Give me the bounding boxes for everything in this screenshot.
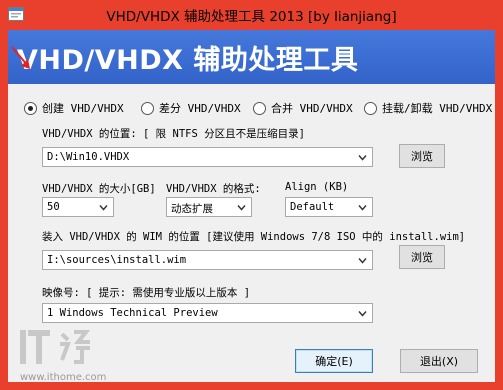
radio-button[interactable] (141, 101, 154, 115)
wim-combo[interactable]: I:\sources\install.wim (42, 250, 373, 270)
location-label: VHD/VHDX 的位置: [ 限 NTFS 分区且不是压缩目录] (42, 128, 305, 140)
chevron-down-icon[interactable] (357, 255, 368, 266)
red-arrow-icon (8, 44, 34, 74)
browse-location-button[interactable]: 浏览 (399, 144, 445, 168)
radio-button[interactable] (364, 101, 377, 115)
wim-label: 装入 VHD/VHDX 的 WIM 的位置 [建议使用 Windows 7/8 … (42, 231, 466, 243)
app-window: VHD/VHDX 辅助处理工具 2013 [by lianjiang] VHD/… (0, 0, 503, 390)
radio-label: 差分 VHD/VHDX (159, 102, 241, 115)
location-value: D:\Win10.VHDX (47, 151, 130, 163)
exit-button[interactable]: 退出(X) (400, 349, 478, 373)
location-combo[interactable]: D:\Win10.VHDX (42, 147, 373, 167)
banner-title: VHD/VHDX 辅助处理工具 (17, 45, 359, 76)
align-combo[interactable]: Default (285, 197, 373, 217)
radio-button[interactable] (253, 101, 266, 115)
radio-label: 合并 VHD/VHDX (271, 102, 353, 115)
image-index-value: 1 Windows Technical Preview (47, 307, 218, 319)
format-combo[interactable]: 动态扩展 (166, 197, 252, 217)
chevron-down-icon[interactable] (357, 308, 368, 319)
chevron-down-icon[interactable] (236, 202, 247, 213)
image-index-label: 映像号: [ 提示: 需使用专业版以上版本 ] (42, 287, 251, 299)
radio-button[interactable] (24, 101, 37, 115)
browse-wim-button[interactable]: 浏览 (399, 245, 445, 269)
format-value: 动态扩展 (171, 203, 213, 215)
wim-value: I:\sources\install.wim (47, 254, 187, 266)
radio-create[interactable]: 创建 VHD/VHDX (24, 100, 124, 116)
banner: VHD/VHDX 辅助处理工具 (8, 30, 495, 84)
radio-label: 创建 VHD/VHDX (42, 102, 124, 115)
chevron-down-icon[interactable] (357, 152, 368, 163)
title-bar[interactable]: VHD/VHDX 辅助处理工具 2013 [by lianjiang] (0, 0, 503, 30)
window-title: VHD/VHDX 辅助处理工具 2013 [by lianjiang] (106, 9, 397, 25)
align-label: Align (KB) (285, 181, 349, 193)
size-value: 50 (47, 201, 60, 213)
format-label: VHD/VHDX 的格式: (166, 183, 261, 195)
radio-merge[interactable]: 合并 VHD/VHDX (253, 100, 353, 116)
chevron-down-icon[interactable] (98, 202, 109, 213)
size-label: VHD/VHDX 的大小[GB] (42, 183, 156, 195)
radio-diff[interactable]: 差分 VHD/VHDX (141, 100, 241, 116)
align-value: Default (290, 201, 335, 213)
ok-button[interactable]: 确定(E) (295, 349, 373, 373)
watermark-url: www.ithome.com (20, 372, 107, 383)
size-combo[interactable]: 50 (42, 197, 114, 217)
chevron-down-icon[interactable] (357, 202, 368, 213)
image-index-combo[interactable]: 1 Windows Technical Preview (42, 303, 373, 323)
radio-mount[interactable]: 挂载/卸载 VHD/VHDX (364, 100, 492, 116)
radio-label: 挂载/卸载 VHD/VHDX (382, 102, 493, 115)
